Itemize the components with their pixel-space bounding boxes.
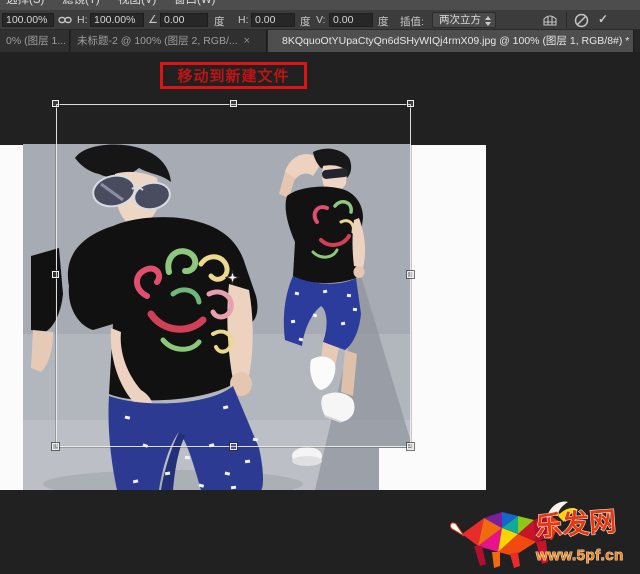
annotation-text: 移动到新建文件 (177, 65, 289, 86)
menu-bar: 选择(S) 滤镜(T) 视图(V) 窗口(W) (0, 0, 640, 10)
options-separator (566, 12, 567, 28)
transform-handle-top-right[interactable] (407, 100, 414, 107)
link-scale-icon[interactable] (58, 14, 72, 28)
transform-handle-mid-left[interactable] (52, 271, 59, 278)
transform-handle-top-left[interactable] (52, 100, 59, 107)
transform-handle-top-center[interactable] (230, 100, 237, 107)
rotate-angle-icon: ∠ (148, 13, 158, 26)
tab-document-2[interactable]: 未标题-2 @ 100% (图层 2, RGB/... × (71, 30, 267, 52)
tab-1-title: 0% (图层 1... (6, 35, 66, 47)
width-scale-input[interactable]: 100.00% (2, 13, 54, 27)
watermark: 乐发网 www.5pf.cn (444, 494, 640, 574)
tab-document-1[interactable]: 0% (图层 1...× (0, 30, 70, 52)
tab-3-title: 8KQquoOtYUpaCtyQn6dSHyWIQj4rmX09.jpg @ 1… (282, 35, 629, 47)
warp-mode-icon[interactable] (542, 13, 558, 30)
menu-filter[interactable]: 滤镜(T) (62, 0, 100, 8)
tab-2-close-icon[interactable]: × (244, 35, 250, 47)
watermark-site-url: www.5pf.cn (535, 547, 624, 564)
menu-select[interactable]: 选择(S) (6, 0, 44, 8)
interpolation-dropdown[interactable]: 两次立方 (432, 12, 496, 28)
degree-label-1: 度 (214, 14, 225, 29)
transform-handle-mid-right[interactable] (407, 271, 414, 278)
hskew-input[interactable]: 0.00 (251, 13, 295, 27)
photoshop-window: 选择(S) 滤镜(T) 视图(V) 窗口(W) 100.00% H: 100.0… (0, 0, 640, 574)
watermark-site-name: 乐发网 (534, 505, 617, 542)
cancel-transform-icon[interactable] (574, 13, 589, 31)
tab-document-3-active[interactable]: 8KQquoOtYUpaCtyQn6dSHyWIQj4rmX09.jpg @ 1… (268, 30, 634, 52)
annotation-box: 移动到新建文件 (160, 62, 307, 89)
tab-2-title: 未标题-2 @ 100% (图层 2, RGB/... (77, 35, 238, 47)
vskew-input[interactable]: 0.00 (329, 13, 373, 27)
menu-window[interactable]: 窗口(W) (174, 0, 216, 8)
rotate-angle-input[interactable]: 0.00 (160, 13, 208, 27)
height-scale-input[interactable]: 100.00% (90, 13, 144, 27)
transform-options-bar: 100.00% H: 100.00% ∠ 0.00 度 H: 0.00 度 V:… (0, 10, 640, 30)
height-scale-label: H: (77, 14, 88, 26)
transform-reference-point-icon[interactable] (225, 270, 240, 285)
degree-label-3: 度 (378, 14, 389, 29)
hskew-label: H: (238, 14, 249, 26)
interpolation-label: 插值: (400, 14, 424, 29)
transform-handle-bottom-center[interactable] (230, 443, 237, 450)
commit-transform-icon[interactable]: ✓ (598, 12, 608, 26)
dropdown-arrows-icon (485, 16, 492, 26)
document-tab-bar: 0% (图层 1...× 未标题-2 @ 100% (图层 2, RGB/...… (0, 30, 640, 52)
vskew-label: V: (316, 14, 326, 26)
menu-view[interactable]: 视图(V) (118, 0, 156, 8)
transform-handle-bottom-right[interactable] (407, 443, 414, 450)
transform-handle-bottom-left[interactable] (52, 443, 59, 450)
degree-label-2: 度 (300, 14, 311, 29)
canvas-workspace: 移动到新建文件 (0, 52, 640, 574)
